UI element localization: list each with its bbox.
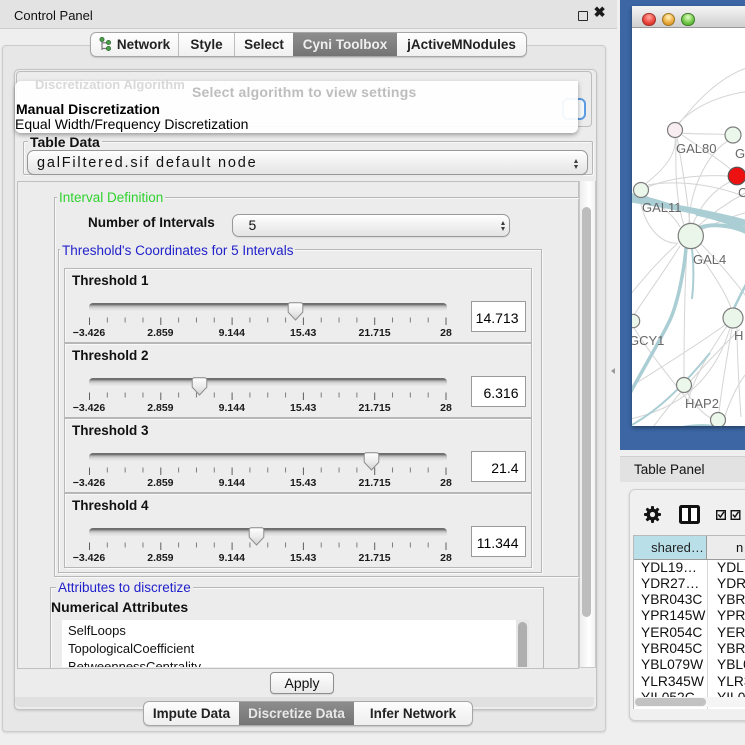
svg-text:GAL4: GAL4: [693, 252, 726, 267]
svg-text:GAL80: GAL80: [676, 141, 716, 156]
svg-text:H: H: [734, 328, 743, 343]
svg-text:C: C: [738, 185, 745, 200]
svg-text:GAL11: GAL11: [642, 200, 682, 215]
svg-text:HAP2: HAP2: [685, 396, 719, 411]
svg-text:G.: G.: [735, 146, 745, 161]
svg-text:GCY1: GCY1: [632, 333, 664, 348]
